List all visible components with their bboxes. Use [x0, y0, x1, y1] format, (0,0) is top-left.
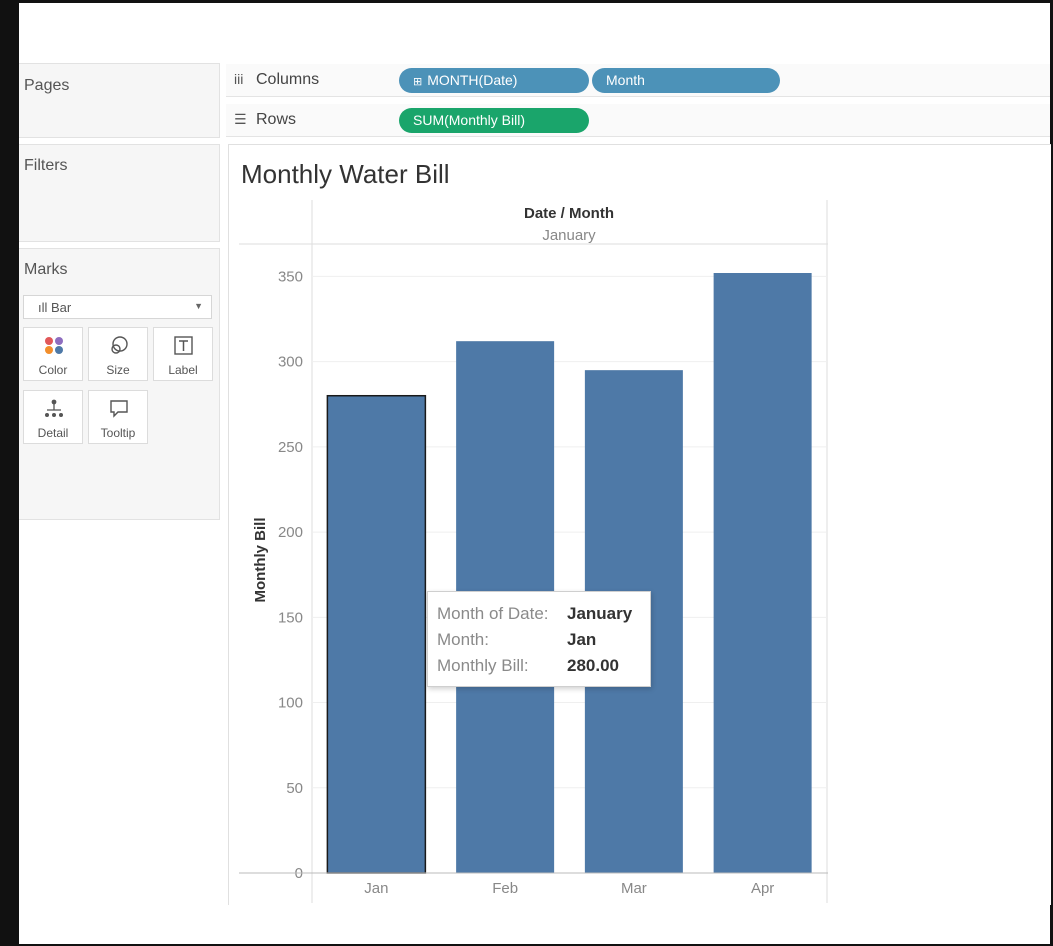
text-label-icon	[174, 336, 193, 355]
y-tick-label: 150	[278, 609, 303, 626]
color-button[interactable]: Color	[23, 327, 83, 381]
tooltip-row: Monthly Bill: 280.00	[437, 656, 619, 675]
rows-shelf-label: Rows	[256, 111, 297, 128]
color-button-label: Color	[38, 363, 68, 377]
tooltip-row: Month of Date: January	[437, 604, 633, 623]
detail-button-label: Detail	[37, 426, 69, 440]
columns-icon: iii	[234, 71, 244, 87]
bar-chart-icon: ıll	[38, 300, 48, 315]
bar[interactable]	[713, 273, 812, 873]
chevron-down-icon: ▼	[194, 301, 203, 311]
pages-shelf[interactable]: Pages	[19, 63, 220, 138]
size-button[interactable]: Size	[88, 327, 148, 381]
tooltip: Month of Date: January Month: Jan Monthly …	[427, 591, 651, 687]
expand-plus-icon: ⊞	[413, 76, 423, 88]
tableau-window: Pages Filters Marks ıll Bar ▼ Color Size…	[19, 3, 1051, 944]
mark-type-dropdown[interactable]: ıll Bar ▼	[23, 295, 212, 319]
detail-button[interactable]: Detail	[23, 390, 83, 444]
tooltip-row: Month: Jan	[437, 630, 597, 649]
y-tick-label: 100	[278, 695, 303, 712]
size-button-label: Size	[106, 363, 130, 377]
sum-monthly-bill-pill[interactable]: SUM(Monthly Bill)	[399, 108, 589, 133]
color-icon	[45, 337, 63, 354]
column-header-value: January	[542, 227, 596, 244]
column-header-field: Date / Month	[524, 205, 614, 222]
speech-bubble-icon	[110, 400, 128, 418]
x-tick-label: Apr	[751, 880, 774, 897]
x-tick-label: Mar	[621, 880, 647, 897]
pages-shelf-title: Pages	[24, 77, 70, 94]
y-tick-label: 50	[286, 780, 303, 797]
tooltip-button-label: Tooltip	[100, 426, 136, 440]
y-tick-label: 250	[278, 439, 303, 456]
y-tick-label: 200	[278, 524, 303, 541]
mark-type-label: ıll Bar	[38, 300, 72, 315]
y-axis-title: Monthly Bill	[252, 518, 269, 603]
bar[interactable]	[326, 394, 427, 874]
filters-shelf-title: Filters	[24, 157, 68, 174]
rows-shelf[interactable]: ☰ Rows	[226, 104, 1050, 137]
x-tick-label: Feb	[492, 880, 518, 897]
bar-chart: Date / Month January Monthly Bill 050100…	[239, 200, 828, 903]
size-icon	[111, 336, 128, 354]
worksheet-view: Monthly Water Bill Date / Month January …	[228, 144, 1051, 905]
y-tick-label: 350	[278, 268, 303, 285]
month-date-pill[interactable]: ⊞ MONTH(Date)	[399, 68, 589, 93]
tooltip-button[interactable]: Tooltip	[88, 390, 148, 444]
filters-shelf[interactable]: Filters	[19, 144, 220, 242]
x-tick-label: Jan	[364, 880, 388, 897]
month-pill[interactable]: Month	[592, 68, 780, 93]
marks-card-title: Marks	[24, 261, 68, 278]
rows-icon: ☰	[234, 111, 247, 127]
columns-shelf-label: Columns	[256, 71, 320, 88]
label-button[interactable]: Label	[153, 327, 213, 381]
label-button-label: Label	[168, 363, 198, 377]
marks-card: Marks	[19, 248, 220, 520]
detail-icon	[45, 399, 63, 417]
y-tick-label: 300	[278, 354, 303, 371]
